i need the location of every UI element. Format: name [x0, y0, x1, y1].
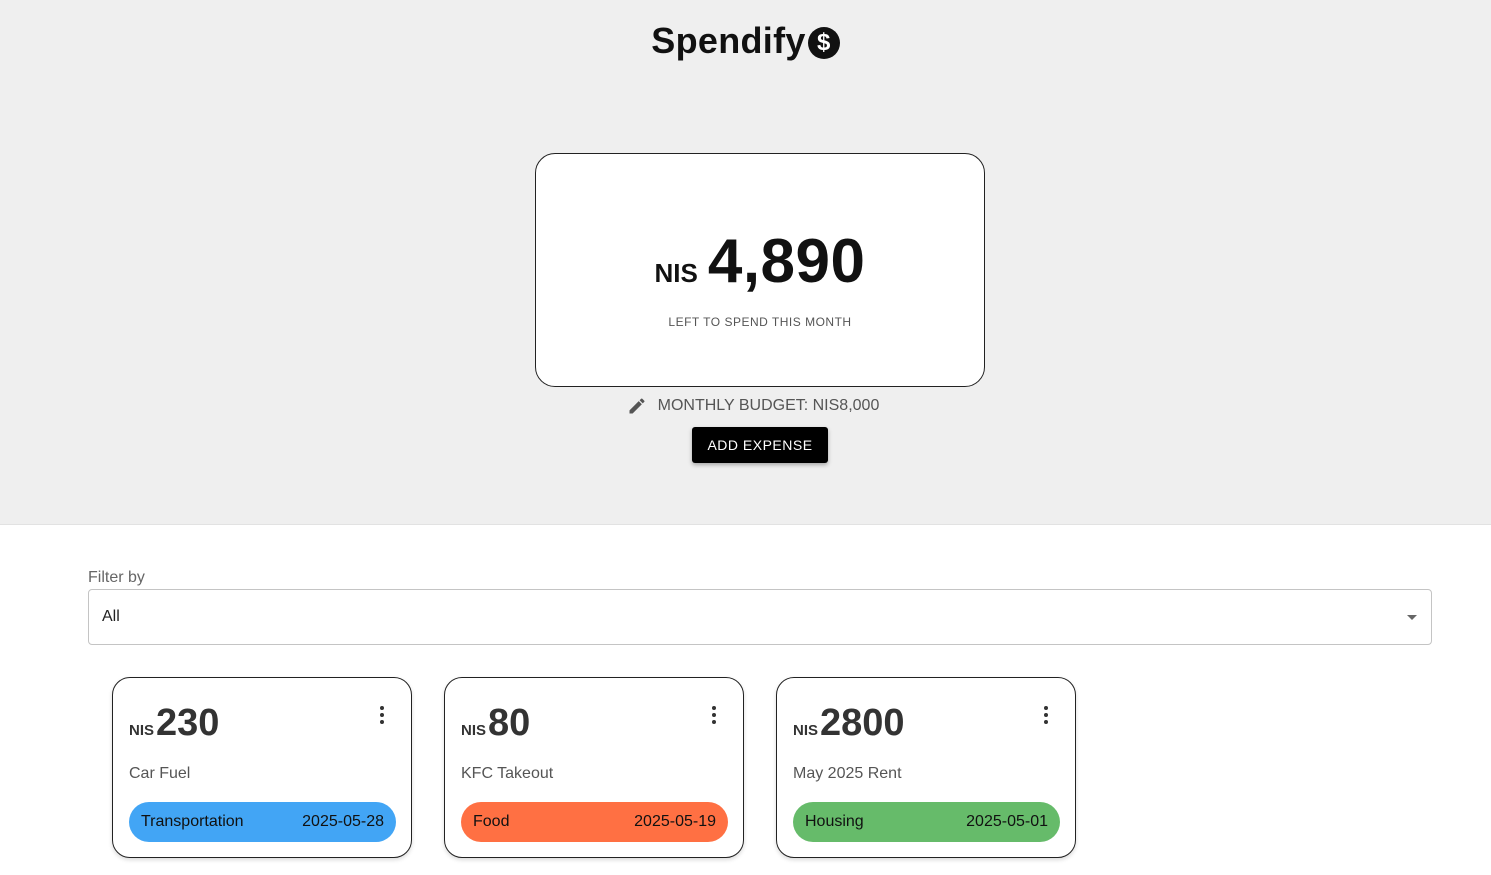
category-label: Housing [805, 813, 864, 830]
expense-description: Car Fuel [129, 765, 191, 782]
chevron-down-icon[interactable] [1407, 615, 1417, 620]
app-title: Spendify [651, 20, 806, 61]
filter-selected-value: All [102, 608, 120, 625]
add-expense-button[interactable]: ADD EXPENSE [692, 427, 828, 463]
category-label: Transportation [141, 813, 244, 830]
category-chip: Housing 2025-05-01 [793, 802, 1060, 842]
expense-date: 2025-05-01 [966, 813, 1048, 830]
pencil-icon[interactable] [626, 395, 648, 417]
expense-description: May 2025 Rent [793, 765, 902, 782]
monthly-budget-row: MONTHLY BUDGET: NIS8,000 [0, 395, 1491, 417]
expense-date: 2025-05-28 [302, 813, 384, 830]
hero-section: Spendify $ NIS 4,890 LEFT TO SPEND THIS … [0, 0, 1491, 525]
filter-select[interactable]: All [88, 589, 1432, 645]
app-header: Spendify $ [0, 20, 1491, 62]
expense-currency: NIS [129, 722, 155, 739]
expense-card: NIS 230 Car Fuel Transportation 2025-05-… [112, 677, 412, 858]
expense-amount: 2800 [820, 702, 905, 744]
more-vert-icon[interactable] [379, 706, 385, 724]
category-chip: Transportation 2025-05-28 [129, 802, 396, 842]
expense-amount-row: NIS 230 [129, 702, 219, 745]
monthly-budget-label: MONTHLY BUDGET: NIS8,000 [657, 397, 880, 414]
balance-card: NIS 4,890 LEFT TO SPEND THIS MONTH [535, 153, 985, 387]
balance-row: NIS 4,890 [655, 226, 866, 297]
balance-currency: NIS [654, 258, 698, 288]
expense-card: NIS 80 KFC Takeout Food 2025-05-19 [444, 677, 744, 858]
expense-description: KFC Takeout [461, 765, 554, 782]
expense-date: 2025-05-19 [634, 813, 716, 830]
filter-label: Filter by [88, 569, 145, 586]
balance-amount: 4,890 [707, 227, 866, 296]
expense-amount: 230 [156, 702, 220, 744]
category-chip: Food 2025-05-19 [461, 802, 728, 842]
expense-amount-row: NIS 80 [461, 702, 530, 745]
expense-currency: NIS [461, 722, 487, 739]
expense-amount-row: NIS 2800 [793, 702, 905, 745]
expense-amount: 80 [488, 702, 531, 744]
more-vert-icon[interactable] [1043, 706, 1049, 724]
balance-caption: LEFT TO SPEND THIS MONTH [668, 315, 852, 329]
category-label: Food [473, 813, 510, 830]
more-vert-icon[interactable] [711, 706, 717, 724]
expense-card: NIS 2800 May 2025 Rent Housing 2025-05-0… [776, 677, 1076, 858]
expense-currency: NIS [793, 722, 819, 739]
dollar-circle-icon: $ [807, 27, 840, 59]
